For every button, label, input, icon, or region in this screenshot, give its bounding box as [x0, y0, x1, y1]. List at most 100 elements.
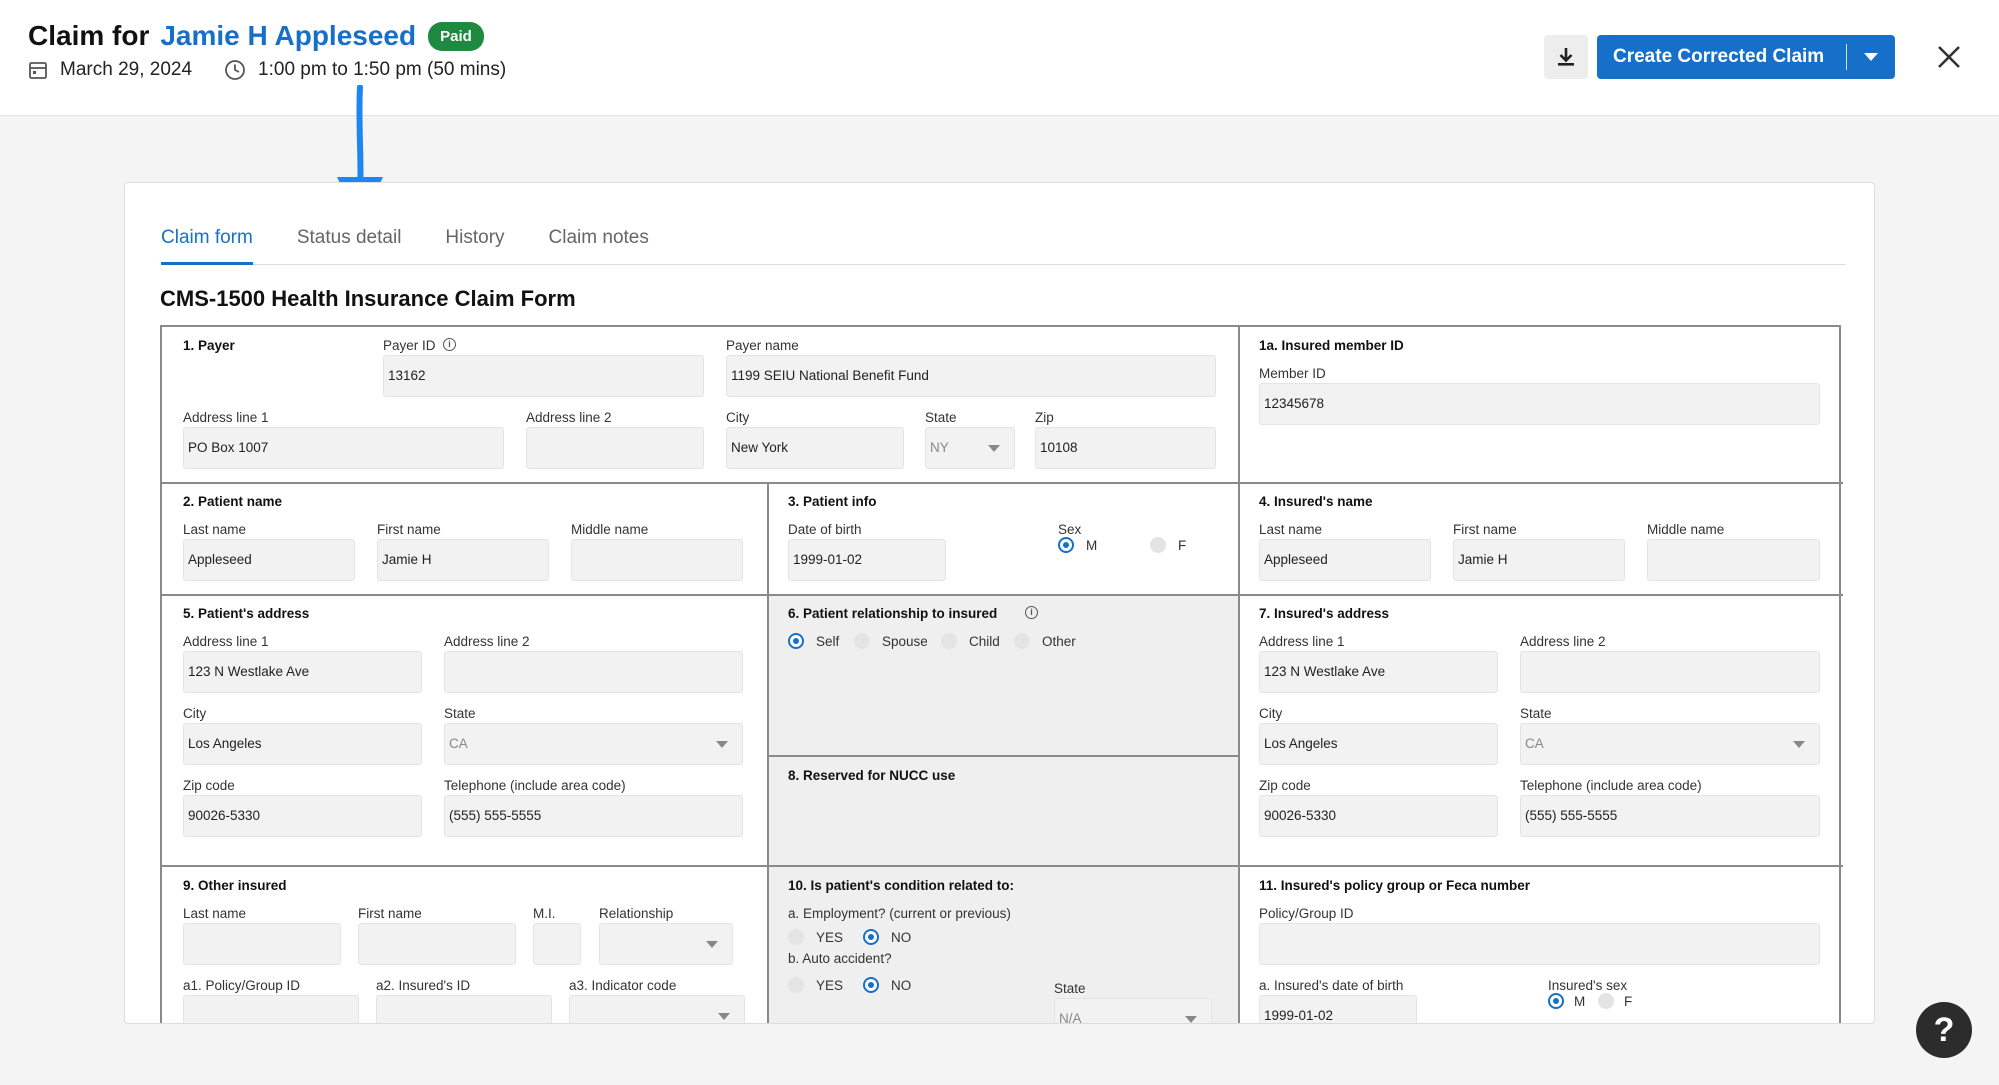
- download-button[interactable]: [1544, 35, 1588, 79]
- info-icon[interactable]: i: [1025, 606, 1038, 619]
- sex-m-label: M: [1086, 538, 1098, 553]
- dob-input[interactable]: 1999-01-02: [788, 539, 946, 581]
- appointment-meta: March 29, 2024 1:00 pm to 1:50 pm (50 mi…: [28, 59, 506, 81]
- payer-addr2-input[interactable]: [526, 427, 704, 469]
- insured-sex-f-radio[interactable]: [1598, 993, 1614, 1009]
- section-patient-info: 3. Patient info: [788, 494, 877, 509]
- dropdown-caret-icon[interactable]: [1847, 52, 1895, 62]
- time-item: 1:00 pm to 1:50 pm (50 mins): [224, 59, 506, 81]
- employment-no-label: NO: [891, 930, 912, 945]
- patient-addr2-input[interactable]: [444, 651, 743, 693]
- appointment-time: 1:00 pm to 1:50 pm (50 mins): [258, 59, 507, 80]
- insured-state-select[interactable]: CA: [1520, 723, 1820, 765]
- title-prefix: Claim for: [28, 20, 150, 51]
- insured-dob-label: a. Insured's date of birth: [1259, 978, 1404, 993]
- relationship-other-radio[interactable]: [1014, 633, 1030, 649]
- help-button[interactable]: ?: [1916, 1002, 1972, 1058]
- sex-f-label: F: [1178, 538, 1187, 553]
- other-policy-input[interactable]: [183, 995, 359, 1023]
- insured-first-input[interactable]: Jamie H: [1453, 539, 1625, 581]
- patient-addr1-input[interactable]: 123 N Westlake Ave: [183, 651, 422, 693]
- policy-group-input[interactable]: [1259, 923, 1820, 965]
- insured-phone-input[interactable]: (555) 555-5555: [1520, 795, 1820, 837]
- other-relationship-select[interactable]: [599, 923, 733, 965]
- insured-middle-input[interactable]: [1647, 539, 1820, 581]
- section-insured-address: 7. Insured's address: [1259, 606, 1390, 621]
- tab-status-detail[interactable]: Status detail: [297, 223, 402, 265]
- insured-dob-input[interactable]: 1999-01-02: [1259, 995, 1417, 1023]
- relationship-spouse-radio[interactable]: [854, 633, 870, 649]
- insured-addr2-input[interactable]: [1520, 651, 1820, 693]
- patient-zip-input[interactable]: 90026-5330: [183, 795, 422, 837]
- other-first-input[interactable]: [358, 923, 516, 965]
- other-mi-input[interactable]: [533, 923, 581, 965]
- divider: [1238, 327, 1240, 1023]
- insured-city-label: City: [1259, 706, 1283, 721]
- sex-m-radio[interactable]: [1058, 537, 1074, 553]
- payer-addr2-label: Address line 2: [526, 410, 612, 425]
- claim-tabs: Claim form Status detail History Claim n…: [161, 223, 1846, 265]
- payer-id-input[interactable]: 13162: [383, 355, 704, 397]
- tab-claim-notes[interactable]: Claim notes: [549, 223, 649, 265]
- sex-f-radio[interactable]: [1150, 537, 1166, 553]
- insured-sex-f-label: F: [1624, 994, 1633, 1009]
- employment-no-radio[interactable]: [863, 929, 879, 945]
- other-insured-id-input[interactable]: [376, 995, 552, 1023]
- dob-label: Date of birth: [788, 522, 862, 537]
- payer-zip-input[interactable]: 10108: [1035, 427, 1216, 469]
- close-button[interactable]: [1935, 43, 1963, 71]
- member-id-input[interactable]: 12345678: [1259, 383, 1820, 425]
- other-relationship-label: Relationship: [599, 906, 674, 921]
- chevron-down-icon: [706, 941, 718, 948]
- other-last-input[interactable]: [183, 923, 341, 965]
- tab-claim-form[interactable]: Claim form: [161, 223, 253, 265]
- section-insured-name: 4. Insured's name: [1259, 494, 1373, 509]
- section-policy-group: 11. Insured's policy group or Feca numbe…: [1259, 878, 1531, 893]
- auto-yes-radio[interactable]: [788, 977, 804, 993]
- insured-addr1-input[interactable]: 123 N Westlake Ave: [1259, 651, 1498, 693]
- button-divider: [1846, 44, 1847, 70]
- payer-name-input[interactable]: 1199 SEIU National Benefit Fund: [726, 355, 1216, 397]
- patient-addr1-label: Address line 1: [183, 634, 269, 649]
- insured-sex-m-label: M: [1574, 994, 1586, 1009]
- status-badge: Paid: [428, 21, 484, 51]
- insured-sex-m-radio[interactable]: [1548, 993, 1564, 1009]
- tab-history[interactable]: History: [445, 223, 504, 265]
- payer-zip-label: Zip: [1035, 410, 1054, 425]
- other-mi-label: M.I.: [533, 906, 556, 921]
- create-corrected-claim-button[interactable]: Create Corrected Claim: [1597, 35, 1895, 79]
- employment-yes-label: YES: [816, 930, 844, 945]
- other-indicator-select[interactable]: [569, 995, 745, 1023]
- relationship-self-label: Self: [816, 634, 840, 649]
- employment-label: a. Employment? (current or previous): [788, 906, 1011, 921]
- section-condition: 10. Is patient's condition related to:: [788, 878, 1014, 893]
- other-last-label: Last name: [183, 906, 247, 921]
- chevron-down-icon: [988, 445, 1000, 452]
- patient-phone-input[interactable]: (555) 555-5555: [444, 795, 743, 837]
- patient-last-input[interactable]: Appleseed: [183, 539, 355, 581]
- payer-city-input[interactable]: New York: [726, 427, 904, 469]
- patient-state-select[interactable]: CA: [444, 723, 743, 765]
- employment-yes-radio[interactable]: [788, 929, 804, 945]
- patient-first-input[interactable]: Jamie H: [377, 539, 549, 581]
- relationship-other-label: Other: [1042, 634, 1076, 649]
- chevron-down-icon: [1185, 1016, 1197, 1023]
- relationship-child-radio[interactable]: [941, 633, 957, 649]
- patient-middle-input[interactable]: [571, 539, 743, 581]
- insured-last-input[interactable]: Appleseed: [1259, 539, 1431, 581]
- appointment-date: March 29, 2024: [60, 59, 193, 80]
- payer-addr1-input[interactable]: PO Box 1007: [183, 427, 504, 469]
- relationship-self-radio[interactable]: [788, 633, 804, 649]
- payer-state-select[interactable]: NY: [925, 427, 1015, 469]
- insured-zip-input[interactable]: 90026-5330: [1259, 795, 1498, 837]
- payer-state-label: State: [925, 410, 957, 425]
- info-icon[interactable]: i: [443, 338, 456, 351]
- patient-city-input[interactable]: Los Angeles: [183, 723, 422, 765]
- auto-state-select[interactable]: N/A: [1054, 998, 1212, 1023]
- calendar-icon: [29, 62, 47, 79]
- clock-icon: [225, 60, 245, 80]
- patient-name-link[interactable]: Jamie H Appleseed: [160, 20, 416, 52]
- auto-no-radio[interactable]: [863, 977, 879, 993]
- insured-city-input[interactable]: Los Angeles: [1259, 723, 1498, 765]
- patient-middle-label: Middle name: [571, 522, 649, 537]
